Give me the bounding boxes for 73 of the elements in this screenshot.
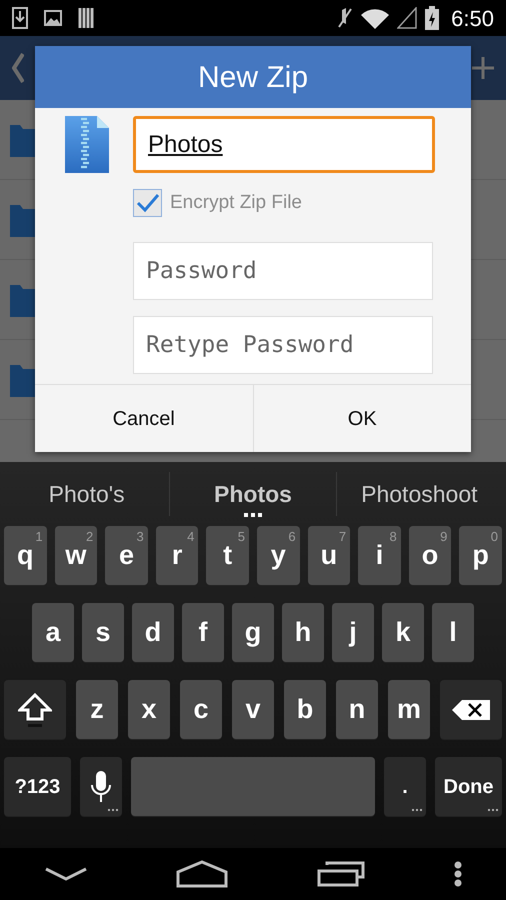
key[interactable]: u 7 [308, 526, 350, 585]
dialog-button[interactable]: Cancel [35, 384, 252, 452]
key[interactable] [80, 757, 122, 816]
key[interactable]: d [132, 603, 174, 662]
key[interactable]: h [282, 603, 324, 662]
key-hint: 6 [288, 528, 296, 546]
recent-apps-icon[interactable] [316, 861, 364, 887]
key[interactable] [440, 680, 502, 739]
more-icon [244, 513, 262, 518]
key[interactable]: j [332, 603, 374, 662]
backspace-icon [452, 700, 490, 720]
key[interactable]: s [82, 603, 124, 662]
checkbox[interactable] [133, 189, 162, 218]
add-icon[interactable] [472, 57, 494, 79]
key[interactable]: a [32, 603, 74, 662]
key[interactable]: ?123 [4, 757, 71, 816]
signal-icon [397, 7, 418, 29]
key[interactable]: Done [435, 757, 502, 816]
password-field[interactable]: Password [133, 242, 433, 300]
zip-file-icon [65, 116, 109, 173]
key-hint: 1 [35, 528, 43, 546]
key[interactable]: o 9 [408, 526, 452, 585]
key[interactable]: l [432, 603, 474, 662]
key-hint: 2 [86, 528, 94, 546]
key[interactable]: z [76, 680, 118, 739]
key-hint: 4 [187, 528, 194, 546]
key[interactable]: b [284, 680, 326, 739]
suggestion[interactable]: Photo's [4, 476, 170, 512]
key[interactable]: i 8 [358, 526, 401, 585]
dialog-button[interactable]: OK [252, 384, 471, 452]
clock-time: 6:50 [451, 4, 494, 32]
checkbox-label: Encrypt Zip File [170, 191, 302, 215]
shift-icon [18, 692, 52, 726]
name-field[interactable]: Photos [133, 116, 435, 173]
key[interactable]: e 3 [105, 526, 148, 585]
key[interactable]: t 5 [206, 526, 249, 585]
key[interactable]: v [232, 680, 274, 739]
key[interactable]: r 4 [156, 526, 198, 585]
mute-icon [337, 7, 354, 29]
key-hint: 0 [490, 528, 498, 546]
key[interactable]: n [336, 680, 378, 739]
microphone-icon [90, 770, 112, 802]
image-icon [44, 10, 62, 26]
download-icon [12, 7, 28, 29]
key[interactable]: k [382, 603, 424, 662]
overflow-menu-icon[interactable] [454, 861, 462, 887]
barcode-icon [78, 8, 96, 28]
home-icon[interactable] [176, 860, 228, 888]
dialog-title: New Zip [35, 46, 471, 108]
key[interactable]: y 6 [256, 526, 300, 585]
key[interactable] [4, 680, 66, 739]
suggestion[interactable]: Photos [170, 476, 336, 512]
key[interactable]: w 2 [54, 526, 98, 585]
key-hint: 7 [338, 528, 346, 546]
battery-icon [425, 6, 440, 30]
key[interactable]: g [232, 603, 274, 662]
key[interactable]: m [388, 680, 430, 739]
key-hint: 5 [238, 528, 245, 546]
key[interactable]: p 0 [459, 526, 502, 585]
key-hint: 3 [136, 528, 144, 546]
key[interactable]: f [182, 603, 224, 662]
password-field[interactable]: Retype Password [133, 316, 433, 374]
key[interactable]: c [180, 680, 222, 739]
wifi-icon [361, 7, 390, 29]
key[interactable]: x [128, 680, 170, 739]
check-icon [136, 193, 160, 214]
hide-keyboard-icon[interactable] [44, 867, 86, 881]
key[interactable]: q 1 [4, 526, 47, 585]
key-hint: 8 [390, 528, 397, 546]
key[interactable]: . [384, 757, 426, 816]
key-hint: 9 [440, 528, 448, 546]
back-icon[interactable] [12, 53, 24, 83]
suggestion[interactable]: Photoshoot [336, 476, 502, 512]
